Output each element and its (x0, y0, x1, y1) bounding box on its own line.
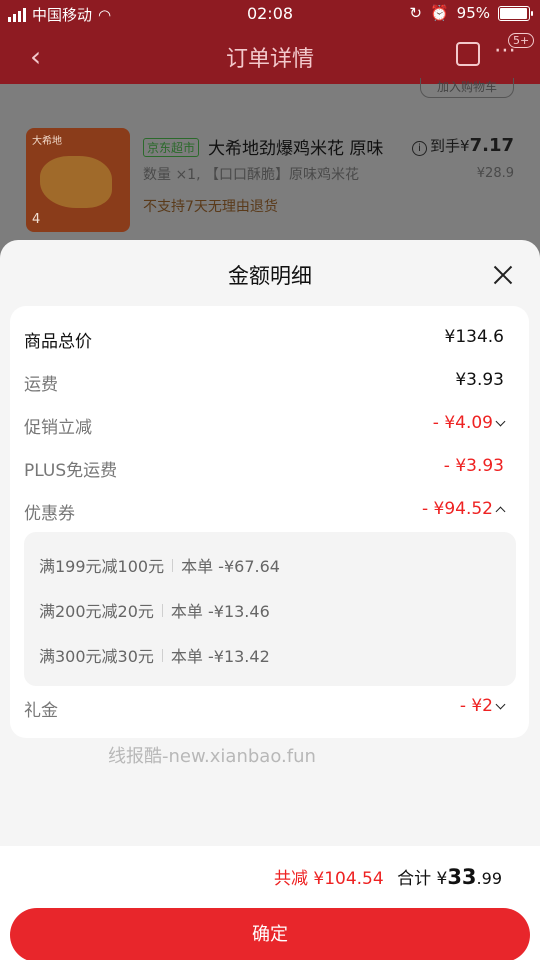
product-name: 大希地劲爆鸡米花 原味 (208, 139, 384, 159)
confirm-button[interactable]: 确定 (10, 908, 530, 960)
nav-bar: ‹ 订单详情 ⋯ 5+ (0, 28, 540, 84)
amount-card: 商品总价 ¥134.6 运费 ¥3.93 促销立减 - ¥4.09 PLUS免运… (10, 306, 529, 738)
battery-icon (498, 5, 533, 21)
chevron-down-icon[interactable] (495, 416, 506, 427)
message-badge: 5+ (508, 33, 535, 48)
total-reduce: 共减 ¥104.54 (273, 869, 384, 889)
coupon-item: 满199元减100元 本单 -¥67.64 (39, 553, 280, 577)
total-currency: ¥ (436, 869, 448, 889)
row-value: ¥134.6 (444, 327, 504, 347)
rotation-lock-icon: ↻ (409, 4, 422, 22)
row-label: 商品总价 (24, 332, 92, 352)
row-plus-free-shipping: PLUS免运费 - ¥3.93 (24, 456, 504, 481)
final-label: 到手 (430, 137, 461, 155)
add-cart-button-partial: 加入购物车 (420, 78, 514, 98)
status-right: ↻ ⏰ 95% (409, 4, 533, 22)
row-value-text: - ¥2 (459, 696, 493, 716)
divider (161, 649, 163, 662)
original-price: ¥28.9 (476, 166, 514, 181)
row-value: ¥3.93 (455, 370, 504, 390)
row-gift-money[interactable]: 礼金 - ¥2 (24, 696, 506, 721)
row-shipping: 运费 ¥3.93 (24, 370, 504, 395)
sheet-footer: 共减 ¥104.54 合计 ¥33.99 确定 (0, 846, 540, 960)
final-price: i 到手¥7.17 (412, 135, 514, 156)
product-thumbnail: 大希地 4 (26, 128, 130, 232)
coupon-item: 满200元减20元 本单 -¥13.46 (39, 598, 270, 622)
row-value-text: - ¥4.09 (432, 413, 493, 433)
sheet-title: 金额明细 (228, 264, 312, 288)
share-icon[interactable] (456, 42, 480, 66)
coupon-detail: 本单 -¥13.42 (170, 647, 270, 666)
watermark: 线报酷-new.xianbao.fun (108, 746, 316, 767)
top-bar: 中国移动 ◠ 02:08 ↻ ⏰ 95% ‹ 订单详情 ⋯ 5+ (0, 0, 540, 84)
chevron-down-icon[interactable] (495, 699, 506, 710)
coupon-detail: 本单 -¥13.46 (170, 602, 270, 621)
row-promo-discount[interactable]: 促销立减 - ¥4.09 (24, 413, 506, 438)
divider (161, 604, 163, 617)
thumb-tag: 4 (32, 212, 41, 227)
row-coupon[interactable]: 优惠券 - ¥94.52 (24, 499, 506, 524)
thumb-brand: 大希地 (32, 136, 62, 147)
battery-percent: 95% (456, 4, 490, 22)
row-value: - ¥94.52 (421, 499, 506, 519)
food-image (40, 156, 112, 208)
total-decimal: .99 (476, 869, 502, 888)
final-currency: ¥ (460, 137, 470, 155)
status-bar: 中国移动 ◠ 02:08 ↻ ⏰ 95% (0, 0, 540, 28)
coupon-detail: 本单 -¥67.64 (181, 557, 280, 576)
row-value: - ¥2 (459, 696, 506, 716)
coupon-name: 满300元减30元 (39, 647, 154, 666)
row-label: 礼金 (24, 701, 58, 721)
final-price-value: 7.17 (469, 135, 514, 156)
alarm-icon: ⏰ (429, 4, 449, 22)
info-icon: i (412, 141, 428, 156)
coupon-item: 满300元减30元 本单 -¥13.42 (39, 643, 270, 667)
total-label: 合计 (397, 869, 432, 889)
divider (172, 559, 174, 572)
battery-fill (500, 7, 527, 19)
close-icon[interactable] (492, 264, 514, 286)
store-tag: 京东超市 (143, 138, 200, 157)
row-value-text: - ¥94.52 (421, 499, 493, 519)
row-label: 促销立减 (24, 418, 92, 438)
total-integer: 33 (447, 865, 477, 889)
coupon-name: 满199元减100元 (39, 557, 165, 576)
row-label: 运费 (24, 375, 58, 395)
summary: 共减 ¥104.54 合计 ¥33.99 (274, 864, 502, 889)
row-label: PLUS免运费 (24, 461, 118, 481)
amount-detail-sheet: 金额明细 商品总价 ¥134.6 运费 ¥3.93 促销立减 - ¥4.09 P… (0, 240, 540, 960)
row-value: - ¥3.93 (443, 456, 504, 476)
coupon-list: 满199元减100元 本单 -¥67.64 满200元减20元 本单 -¥13.46… (24, 532, 516, 686)
row-goods-total: 商品总价 ¥134.6 (24, 327, 504, 352)
row-value: - ¥4.09 (432, 413, 506, 433)
no-return-note: 不支持7天无理由退货 (143, 199, 278, 215)
chevron-up-icon[interactable] (495, 506, 506, 517)
row-label: 优惠券 (24, 504, 75, 524)
background-order-page: 加入购物车 大希地 4 京东超市 大希地劲爆鸡米花 原味 数量 ×1, 【口口酥… (0, 78, 540, 254)
coupon-name: 满200元减20元 (39, 602, 154, 621)
product-spec: 数量 ×1, 【口口酥脆】原味鸡米花 (143, 167, 359, 183)
